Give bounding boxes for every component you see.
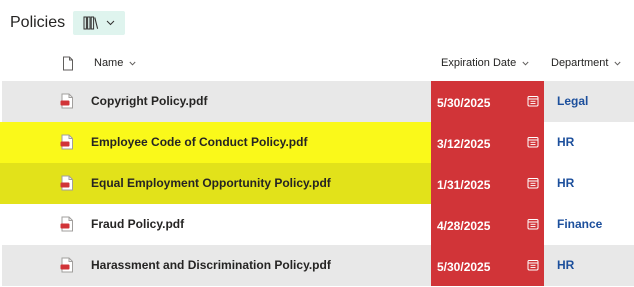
department-value: Finance — [557, 217, 603, 231]
file-type-column-header[interactable] — [62, 56, 74, 74]
expiration-date-value: 5/30/2025 — [437, 96, 491, 110]
file-name-link[interactable]: Employee Code of Conduct Policy.pdf — [91, 135, 307, 149]
department-column-header[interactable]: Department — [551, 57, 622, 69]
name-column-header[interactable]: Name — [94, 57, 136, 69]
expiration-date-cell: 5/30/2025 — [431, 81, 544, 122]
table-row[interactable]: Copyright Policy.pdf 5/30/2025 Legal — [0, 81, 634, 122]
chevron-down-icon — [106, 20, 115, 26]
document-library-view: Policies Name Expiration Date Department… — [0, 0, 634, 287]
expiration-date-cell: 4/28/2025 — [431, 204, 544, 245]
library-header: Policies — [0, 10, 126, 36]
pdf-file-icon — [60, 134, 74, 155]
column-header-row: Name Expiration Date Department — [0, 52, 634, 76]
expiration-date-value: 4/28/2025 — [437, 219, 491, 233]
department-value: HR — [557, 258, 575, 272]
expiration-date-value: 1/31/2025 — [437, 178, 491, 192]
pdf-file-icon — [60, 175, 74, 196]
library-title: Policies — [10, 14, 66, 31]
pdf-file-icon — [60, 257, 74, 278]
expiration-date-column-header[interactable]: Expiration Date — [441, 57, 529, 69]
expiration-date-cell: 1/31/2025 — [431, 163, 544, 204]
expiration-date-value: 3/12/2025 — [437, 137, 491, 151]
table-row[interactable]: Equal Employment Opportunity Policy.pdf … — [0, 163, 634, 204]
department-value: Legal — [557, 94, 589, 108]
chevron-down-icon — [522, 61, 529, 66]
file-name-link[interactable]: Harassment and Discrimination Policy.pdf — [91, 258, 331, 272]
calendar-icon[interactable] — [527, 136, 539, 148]
document-icon — [63, 56, 73, 71]
department-value: HR — [557, 135, 575, 149]
table-row[interactable]: Employee Code of Conduct Policy.pdf 3/12… — [0, 122, 634, 163]
expiration-date-value: 5/30/2025 — [437, 260, 491, 274]
file-name-link[interactable]: Fraud Policy.pdf — [91, 217, 184, 231]
expiration-date-column-label: Expiration Date — [441, 57, 517, 69]
table-row[interactable]: Harassment and Discrimination Policy.pdf… — [0, 245, 634, 286]
chevron-down-icon — [129, 61, 136, 66]
calendar-icon[interactable] — [527, 95, 539, 107]
department-value: HR — [557, 176, 575, 190]
calendar-icon[interactable] — [527, 218, 539, 230]
table-row[interactable]: Fraud Policy.pdf 4/28/2025 Finance — [0, 204, 634, 245]
file-list: Copyright Policy.pdf 5/30/2025 Legal Emp… — [0, 81, 634, 286]
file-name-link[interactable]: Copyright Policy.pdf — [91, 94, 207, 108]
name-column-label: Name — [94, 57, 124, 69]
department-column-label: Department — [551, 57, 609, 69]
pdf-file-icon — [60, 216, 74, 237]
view-switcher-button[interactable] — [73, 11, 126, 35]
chevron-down-icon — [614, 61, 622, 66]
file-name-link[interactable]: Equal Employment Opportunity Policy.pdf — [91, 176, 331, 190]
library-books-icon — [83, 16, 99, 30]
expiration-date-cell: 3/12/2025 — [431, 122, 544, 163]
calendar-icon[interactable] — [527, 259, 539, 271]
expiration-date-cell: 5/30/2025 — [431, 245, 544, 286]
pdf-file-icon — [60, 93, 74, 114]
calendar-icon[interactable] — [527, 177, 539, 189]
